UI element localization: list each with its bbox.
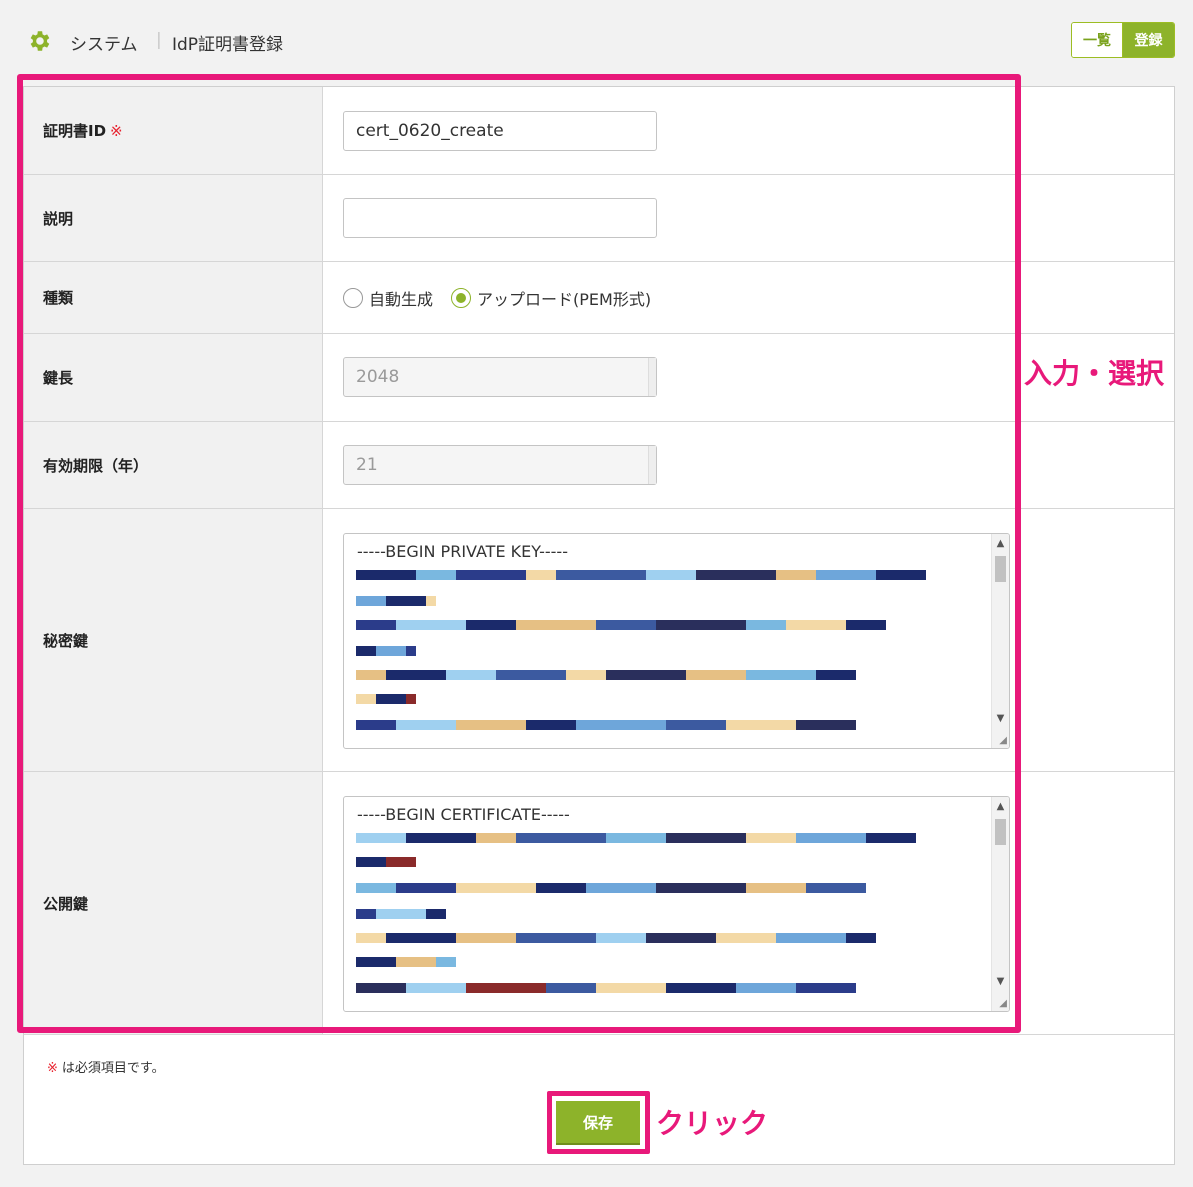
row-key-length: 鍵長 2048 — [24, 334, 1174, 422]
redacted-line — [356, 883, 866, 893]
validity-label: 有効期限（年） — [24, 422, 323, 508]
validity-input: 21 — [343, 445, 657, 485]
redacted-line — [356, 909, 446, 919]
scroll-up-icon[interactable]: ▲ — [992, 538, 1009, 549]
cert-id-input[interactable]: cert_0620_create — [343, 111, 657, 151]
cert-id-label: 証明書ID ※ — [24, 87, 323, 174]
breadcrumb-separator: | — [156, 30, 162, 50]
key-length-label: 鍵長 — [24, 334, 323, 421]
redacted-line — [356, 720, 856, 730]
radio-upload[interactable] — [451, 288, 472, 308]
page-header: システム | IdP証明書登録 一覧 登録 — [0, 0, 1193, 80]
redacted-line — [356, 646, 416, 656]
form-panel: 証明書ID ※ cert_0620_create 説明 種類 自動生成 アップロー… — [23, 86, 1175, 1165]
redacted-line — [356, 620, 886, 630]
resize-grip-icon[interactable]: ◢ — [999, 998, 1007, 1009]
validity-stepper — [648, 446, 656, 484]
scroll-thumb[interactable] — [995, 819, 1006, 845]
public-key-first-line: -----BEGIN CERTIFICATE----- — [357, 805, 570, 824]
row-description: 説明 — [24, 175, 1174, 262]
redacted-line — [356, 596, 436, 606]
redacted-line — [356, 957, 456, 967]
public-key-textarea[interactable]: -----BEGIN CERTIFICATE----- ▲ ▼ ◢ — [343, 796, 1010, 1012]
breadcrumb-system[interactable]: システム — [70, 30, 138, 55]
private-key-scrollbar[interactable]: ▲ ▼ — [991, 534, 1009, 748]
annotation-click: クリック — [656, 1107, 769, 1140]
row-public-key: 公開鍵 -----BEGIN CERTIFICATE----- ▲ ▼ ◢ — [24, 772, 1174, 1035]
private-key-first-line: -----BEGIN PRIVATE KEY----- — [357, 542, 568, 561]
type-label: 種類 — [24, 262, 323, 333]
view-toggle: 一覧 登録 — [1071, 22, 1175, 58]
scroll-thumb[interactable] — [995, 556, 1006, 582]
redacted-line — [356, 570, 926, 580]
row-validity: 有効期限（年） 21 — [24, 422, 1174, 509]
description-label: 説明 — [24, 175, 323, 261]
scroll-up-icon[interactable]: ▲ — [992, 801, 1009, 812]
key-length-input: 2048 — [343, 357, 657, 397]
page-title: IdP証明書登録 — [172, 35, 284, 55]
redacted-line — [356, 983, 856, 993]
scroll-down-icon[interactable]: ▼ — [992, 976, 1009, 987]
redacted-line — [356, 857, 416, 867]
register-button[interactable]: 登録 — [1123, 23, 1174, 57]
public-key-scrollbar[interactable]: ▲ ▼ — [991, 797, 1009, 1011]
redacted-line — [356, 933, 876, 943]
redacted-line — [356, 833, 916, 843]
row-cert-id: 証明書ID ※ cert_0620_create — [24, 87, 1174, 175]
radio-upload-label[interactable]: アップロード(PEM形式) — [477, 286, 651, 310]
type-radio-group: 自動生成 アップロード(PEM形式) — [343, 286, 669, 310]
private-key-label: 秘密鍵 — [24, 509, 323, 771]
description-input[interactable] — [343, 198, 657, 238]
gear-icon — [30, 31, 50, 51]
scroll-down-icon[interactable]: ▼ — [992, 713, 1009, 724]
private-key-textarea[interactable]: -----BEGIN PRIVATE KEY----- ▲ ▼ ◢ — [343, 533, 1010, 749]
required-note: ※ は必須項目です。 — [47, 1061, 165, 1076]
save-button[interactable]: 保存 — [556, 1101, 640, 1143]
radio-auto-generate-label[interactable]: 自動生成 — [369, 286, 433, 310]
row-type: 種類 自動生成 アップロード(PEM形式) — [24, 262, 1174, 334]
list-button[interactable]: 一覧 — [1072, 23, 1123, 57]
annotation-input-select: 入力・選択 — [1024, 357, 1165, 390]
key-length-stepper — [648, 358, 656, 396]
public-key-label: 公開鍵 — [24, 772, 323, 1034]
redacted-line — [356, 694, 416, 704]
resize-grip-icon[interactable]: ◢ — [999, 735, 1007, 746]
required-mark: ※ — [110, 121, 123, 140]
redacted-line — [356, 670, 856, 680]
row-private-key: 秘密鍵 -----BEGIN PRIVATE KEY----- ▲ ▼ ◢ — [24, 509, 1174, 772]
radio-auto-generate[interactable] — [343, 288, 363, 308]
